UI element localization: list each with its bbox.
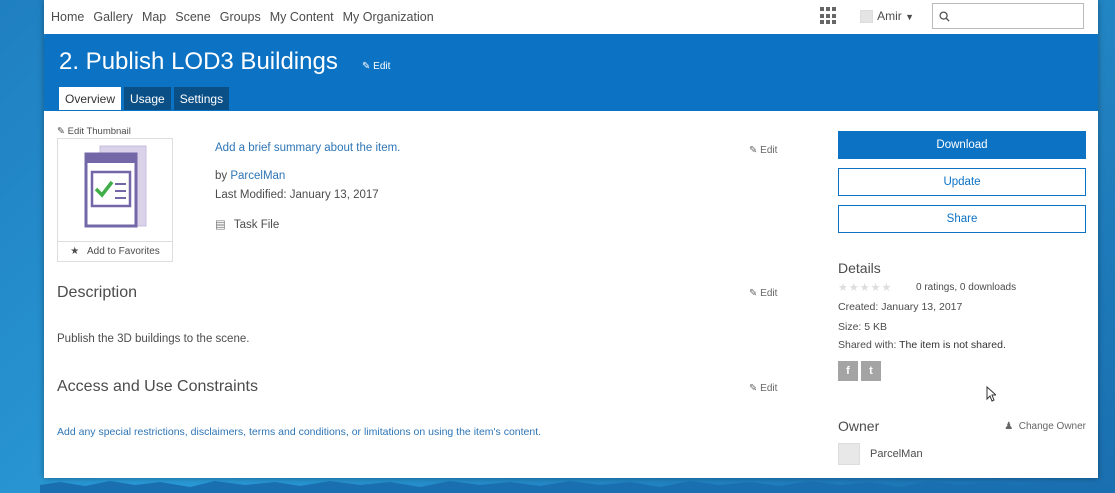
item-tabs: Overview Usage Settings — [59, 87, 232, 110]
created-date: Created: January 13, 2017 — [838, 301, 963, 313]
download-button[interactable]: Download — [838, 131, 1086, 159]
title-edit-button[interactable]: ✎ Edit — [362, 61, 390, 72]
shared-with: Shared with: The item is not shared. — [838, 339, 1006, 351]
thumbnail-box: ★ Add to Favorites — [57, 138, 173, 262]
person-icon: ♟ — [1004, 421, 1014, 432]
share-button[interactable]: Share — [838, 205, 1086, 233]
nav-home[interactable]: Home — [51, 10, 84, 24]
nav-my-organization[interactable]: My Organization — [343, 10, 434, 24]
top-navigation: Home Gallery Map Scene Groups My Content… — [44, 0, 1098, 34]
nav-my-content[interactable]: My Content — [270, 10, 334, 24]
item-title: 2. Publish LOD3 Buildings — [59, 48, 338, 75]
nav-scene[interactable]: Scene — [175, 10, 210, 24]
pencil-icon: ✎ — [57, 126, 65, 137]
shared-with-label: Shared with: — [838, 339, 900, 351]
search-box[interactable] — [932, 3, 1084, 29]
description-edit-label: Edit — [760, 288, 778, 299]
star-icon: ★ — [70, 246, 80, 257]
constraints-edit-button[interactable]: ✎ Edit — [749, 383, 777, 394]
item-page: Home Gallery Map Scene Groups My Content… — [44, 0, 1098, 478]
owner-link[interactable]: ParcelMan — [230, 170, 285, 182]
document-icon: ▤ — [215, 219, 226, 231]
nav-map[interactable]: Map — [142, 10, 166, 24]
last-modified: Last Modified: January 13, 2017 — [215, 189, 379, 201]
facebook-icon[interactable]: f — [838, 361, 858, 381]
search-input[interactable] — [954, 9, 1074, 23]
constraints-edit-label: Edit — [760, 383, 778, 394]
task-file-thumbnail-icon — [84, 145, 147, 228]
title-edit-label: Edit — [373, 61, 391, 72]
nav-gallery[interactable]: Gallery — [93, 10, 133, 24]
summary-placeholder-link[interactable]: Add a brief summary about the item. — [215, 142, 400, 154]
rating-stars[interactable]: ★★★★★ — [838, 281, 892, 294]
item-owner-line: by ParcelMan — [215, 170, 285, 182]
summary-edit-label: Edit — [760, 145, 778, 156]
tab-overview[interactable]: Overview — [59, 87, 122, 110]
add-to-favorites-button[interactable]: ★ Add to Favorites — [58, 241, 172, 261]
pencil-icon: ✎ — [749, 145, 758, 156]
social-share: f t — [838, 361, 884, 381]
description-text: Publish the 3D buildings to the scene. — [57, 333, 250, 345]
twitter-icon[interactable]: t — [861, 361, 881, 381]
ratings-summary: 0 ratings, 0 downloads — [916, 282, 1017, 293]
item-type: ▤ Task File — [215, 217, 279, 231]
description-edit-button[interactable]: ✎ Edit — [749, 288, 777, 299]
pencil-icon: ✎ — [749, 383, 758, 394]
tab-settings[interactable]: Settings — [173, 87, 230, 110]
shared-with-value: The item is not shared. — [899, 339, 1006, 351]
edit-thumbnail-label: Edit Thumbnail — [67, 126, 131, 137]
constraints-placeholder-link[interactable]: Add any special restrictions, disclaimer… — [57, 426, 541, 438]
add-to-favorites-label: Add to Favorites — [86, 246, 160, 257]
pencil-icon: ✎ — [362, 61, 371, 72]
user-name: Amir — [877, 9, 902, 23]
search-icon — [939, 10, 950, 22]
description-heading: Description — [57, 284, 138, 301]
user-menu[interactable]: Amir ▼ — [877, 9, 914, 23]
summary-edit-button[interactable]: ✎ Edit — [749, 145, 777, 156]
by-prefix: by — [215, 170, 231, 182]
nav-groups[interactable]: Groups — [220, 10, 261, 24]
owner-heading: Owner — [838, 418, 880, 434]
edit-thumbnail-button[interactable]: ✎ Edit Thumbnail — [57, 126, 131, 137]
torn-edge-decoration — [40, 481, 1115, 493]
details-heading: Details — [838, 260, 881, 276]
change-owner-label: Change Owner — [1018, 421, 1086, 432]
owner-avatar — [838, 443, 860, 465]
owner-row: ParcelMan — [838, 443, 923, 465]
caret-down-icon: ▼ — [905, 12, 914, 22]
app-launcher-icon[interactable] — [820, 7, 838, 25]
constraints-heading: Access and Use Constraints — [57, 378, 258, 395]
owner-name[interactable]: ParcelMan — [870, 448, 923, 460]
item-type-label: Task File — [233, 219, 280, 231]
item-banner: 2. Publish LOD3 Buildings ✎ Edit Overvie… — [44, 34, 1098, 111]
item-size: Size: 5 KB — [838, 321, 888, 333]
tab-usage[interactable]: Usage — [124, 87, 171, 110]
pencil-icon: ✎ — [749, 288, 758, 299]
mouse-cursor-icon — [986, 386, 996, 402]
update-button[interactable]: Update — [838, 168, 1086, 196]
change-owner-button[interactable]: ♟ Change Owner — [1004, 421, 1086, 432]
user-avatar[interactable] — [860, 9, 874, 23]
